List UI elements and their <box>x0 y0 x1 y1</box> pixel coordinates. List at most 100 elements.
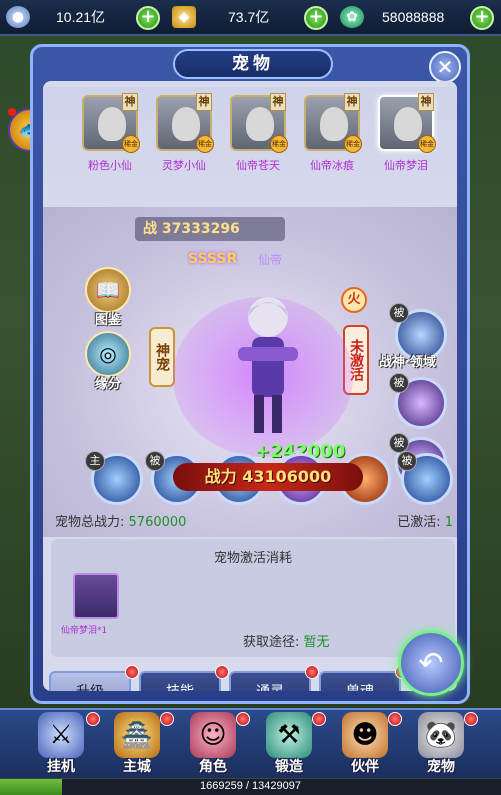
pet-name: 仙帝苍天 <box>236 159 280 172</box>
nav-pet[interactable]: 🐼 宠物 <box>410 712 472 776</box>
acquire-value: 暂无 <box>303 635 330 650</box>
pet-roster[interactable]: 神 稀金 粉色小仙 神 稀金 灵梦小仙 神 稀金 仙帝苍天 神 稀金 仙帝冰痕 … <box>43 87 457 207</box>
nav-label: 伙伴 <box>351 759 379 775</box>
grade-badge: 稀金 <box>344 135 362 153</box>
notification-dot <box>305 665 319 679</box>
god-tag: 神 <box>196 93 212 111</box>
nav-idle[interactable]: ⚔ 挂机 <box>30 712 92 776</box>
total-power: 宠物总战力: 5760000 <box>55 511 186 530</box>
bottom-nav: ⚔ 挂机 🏯 主城 ☺ 角色 ⚒ 锻造 ☻ 伙伴 🐼 宠物 <box>0 708 501 778</box>
panel-title: 宠物 <box>173 49 333 79</box>
nav-label: 挂机 <box>47 759 75 775</box>
event-red-dot <box>8 108 16 116</box>
castle-icon: 🏯 <box>114 712 160 758</box>
god-tag: 神 <box>344 93 360 111</box>
pet-name: 灵梦小仙 <box>162 159 206 172</box>
passive-badge: 被 <box>389 373 409 393</box>
hammer-icon: ⚒ <box>266 712 312 758</box>
close-button[interactable]: ✕ <box>429 51 461 83</box>
pet-card[interactable]: 神 稀金 仙帝冰痕 <box>301 93 363 173</box>
add-silver-button[interactable]: + <box>136 6 160 30</box>
notification-dot <box>160 712 174 726</box>
add-gold-button[interactable]: + <box>304 6 328 30</box>
tab-upgrade[interactable]: 升级 <box>49 671 131 691</box>
acquire-label: 获取途径: <box>243 635 300 650</box>
notification-dot <box>388 712 402 726</box>
partner-icon: ☻ <box>342 712 388 758</box>
activated-value: 1 <box>444 515 453 530</box>
fate-button[interactable]: ◎ 缘分 <box>81 331 135 392</box>
panda-icon: 🐼 <box>418 712 464 758</box>
activation-cost-box: 宠物激活消耗 仙帝梦泪*1 获取途径: 暂无 <box>51 539 455 657</box>
pet-name: 仙帝冰痕 <box>310 159 354 172</box>
tab-spirit[interactable]: 通灵 <box>229 671 311 691</box>
resource-bar: ● 10.21亿 + ◆ 73.7亿 + ✿ 58088888 + <box>0 0 501 36</box>
pet-portrait: 神 稀金 <box>230 93 288 153</box>
total-power-value: 5760000 <box>128 515 187 530</box>
activated-label: 已激活: <box>397 515 441 530</box>
exp-text: 1669259 / 13429097 <box>200 780 301 792</box>
passive-badge: 被 <box>389 433 409 453</box>
jade-icon: ✿ <box>340 6 364 28</box>
cost-item-portrait[interactable] <box>73 573 119 619</box>
pet-stage: 战 37333296 SSSSR 仙帝 📖 图鉴 ◎ 缘分 神宠 火 未激活 被… <box>43 207 457 537</box>
nav-label: 锻造 <box>275 759 303 775</box>
god-tag: 神 <box>418 93 434 111</box>
pet-card[interactable]: 神 稀金 粉色小仙 <box>79 93 141 173</box>
nav-label: 角色 <box>199 759 227 775</box>
passive-badge: 被 <box>397 451 417 471</box>
battle-power: 战力 43106000 <box>173 463 363 491</box>
cost-title: 宠物激活消耗 <box>213 551 292 566</box>
rank-label: SSSSR <box>188 251 238 267</box>
notification-dot <box>125 665 139 679</box>
silver-coin-icon: ● <box>6 6 30 28</box>
character-icon: ☺ <box>190 712 236 758</box>
add-jade-button[interactable]: + <box>470 6 494 30</box>
pet-card[interactable]: 神 稀金 灵梦小仙 <box>153 93 215 173</box>
pet-portrait: 神 稀金 <box>156 93 214 153</box>
grade-badge: 稀金 <box>418 135 436 153</box>
passive-badge: 被 <box>145 451 165 471</box>
pet-portrait: 神 稀金 <box>82 93 140 153</box>
grade-badge: 稀金 <box>196 135 214 153</box>
rank-sub-label: 仙帝 <box>258 253 283 267</box>
codex-label: 图鉴 <box>94 313 121 328</box>
grade-badge: 稀金 <box>122 135 140 153</box>
god-tag: 神 <box>122 93 138 111</box>
nav-main-city[interactable]: 🏯 主城 <box>106 712 168 776</box>
back-arrow-button[interactable]: ↶ <box>398 630 464 696</box>
silver-resource: ● 10.21亿 <box>6 0 105 35</box>
nav-label: 宠物 <box>427 759 455 775</box>
acquire-route: 获取途径: 暂无 <box>243 631 330 650</box>
pet-portrait: 神 稀金 <box>304 93 362 153</box>
god-tag: 神 <box>270 93 286 111</box>
pet-panel: 宠物 ✕ 神 稀金 粉色小仙 神 稀金 灵梦小仙 神 稀金 仙帝苍天 神 稀金 … <box>30 44 470 704</box>
pet-name: 仙帝梦泪 <box>384 159 428 172</box>
total-power-label: 宠物总战力: <box>55 515 125 530</box>
back-arrow-icon: ↶ <box>418 645 444 681</box>
pet-card[interactable]: 神 稀金 仙帝苍天 <box>227 93 289 173</box>
pet-name: 粉色小仙 <box>88 159 132 172</box>
jade-value: 58088888 <box>382 9 445 25</box>
activated-count: 已激活: 1 <box>397 511 453 530</box>
codex-button[interactable]: 📖 图鉴 <box>81 267 135 328</box>
nav-partner[interactable]: ☻ 伙伴 <box>334 712 396 776</box>
pet-card-selected[interactable]: 神 稀金 仙帝梦泪 <box>375 93 437 173</box>
notification-dot <box>86 712 100 726</box>
grade-badge: 稀金 <box>270 135 288 153</box>
pet-portrait: 神 稀金 <box>378 93 436 153</box>
pet-character <box>238 297 298 433</box>
notification-dot <box>464 712 478 726</box>
skill-label: 战神·领域 <box>379 355 436 370</box>
fate-label: 缘分 <box>94 377 121 392</box>
tab-skill[interactable]: 技能 <box>139 671 221 691</box>
tab-beast-soul[interactable]: 兽魂 <box>319 671 401 691</box>
divine-pet-tag: 神宠 <box>149 327 175 387</box>
gold-value: 73.7亿 <box>228 9 270 25</box>
sword-icon: ⚔ <box>38 712 84 758</box>
passive-badge: 被 <box>389 303 409 323</box>
nav-forge[interactable]: ⚒ 锻造 <box>258 712 320 776</box>
nav-character[interactable]: ☺ 角色 <box>182 712 244 776</box>
nav-label: 主城 <box>123 759 151 775</box>
notification-dot <box>215 665 229 679</box>
